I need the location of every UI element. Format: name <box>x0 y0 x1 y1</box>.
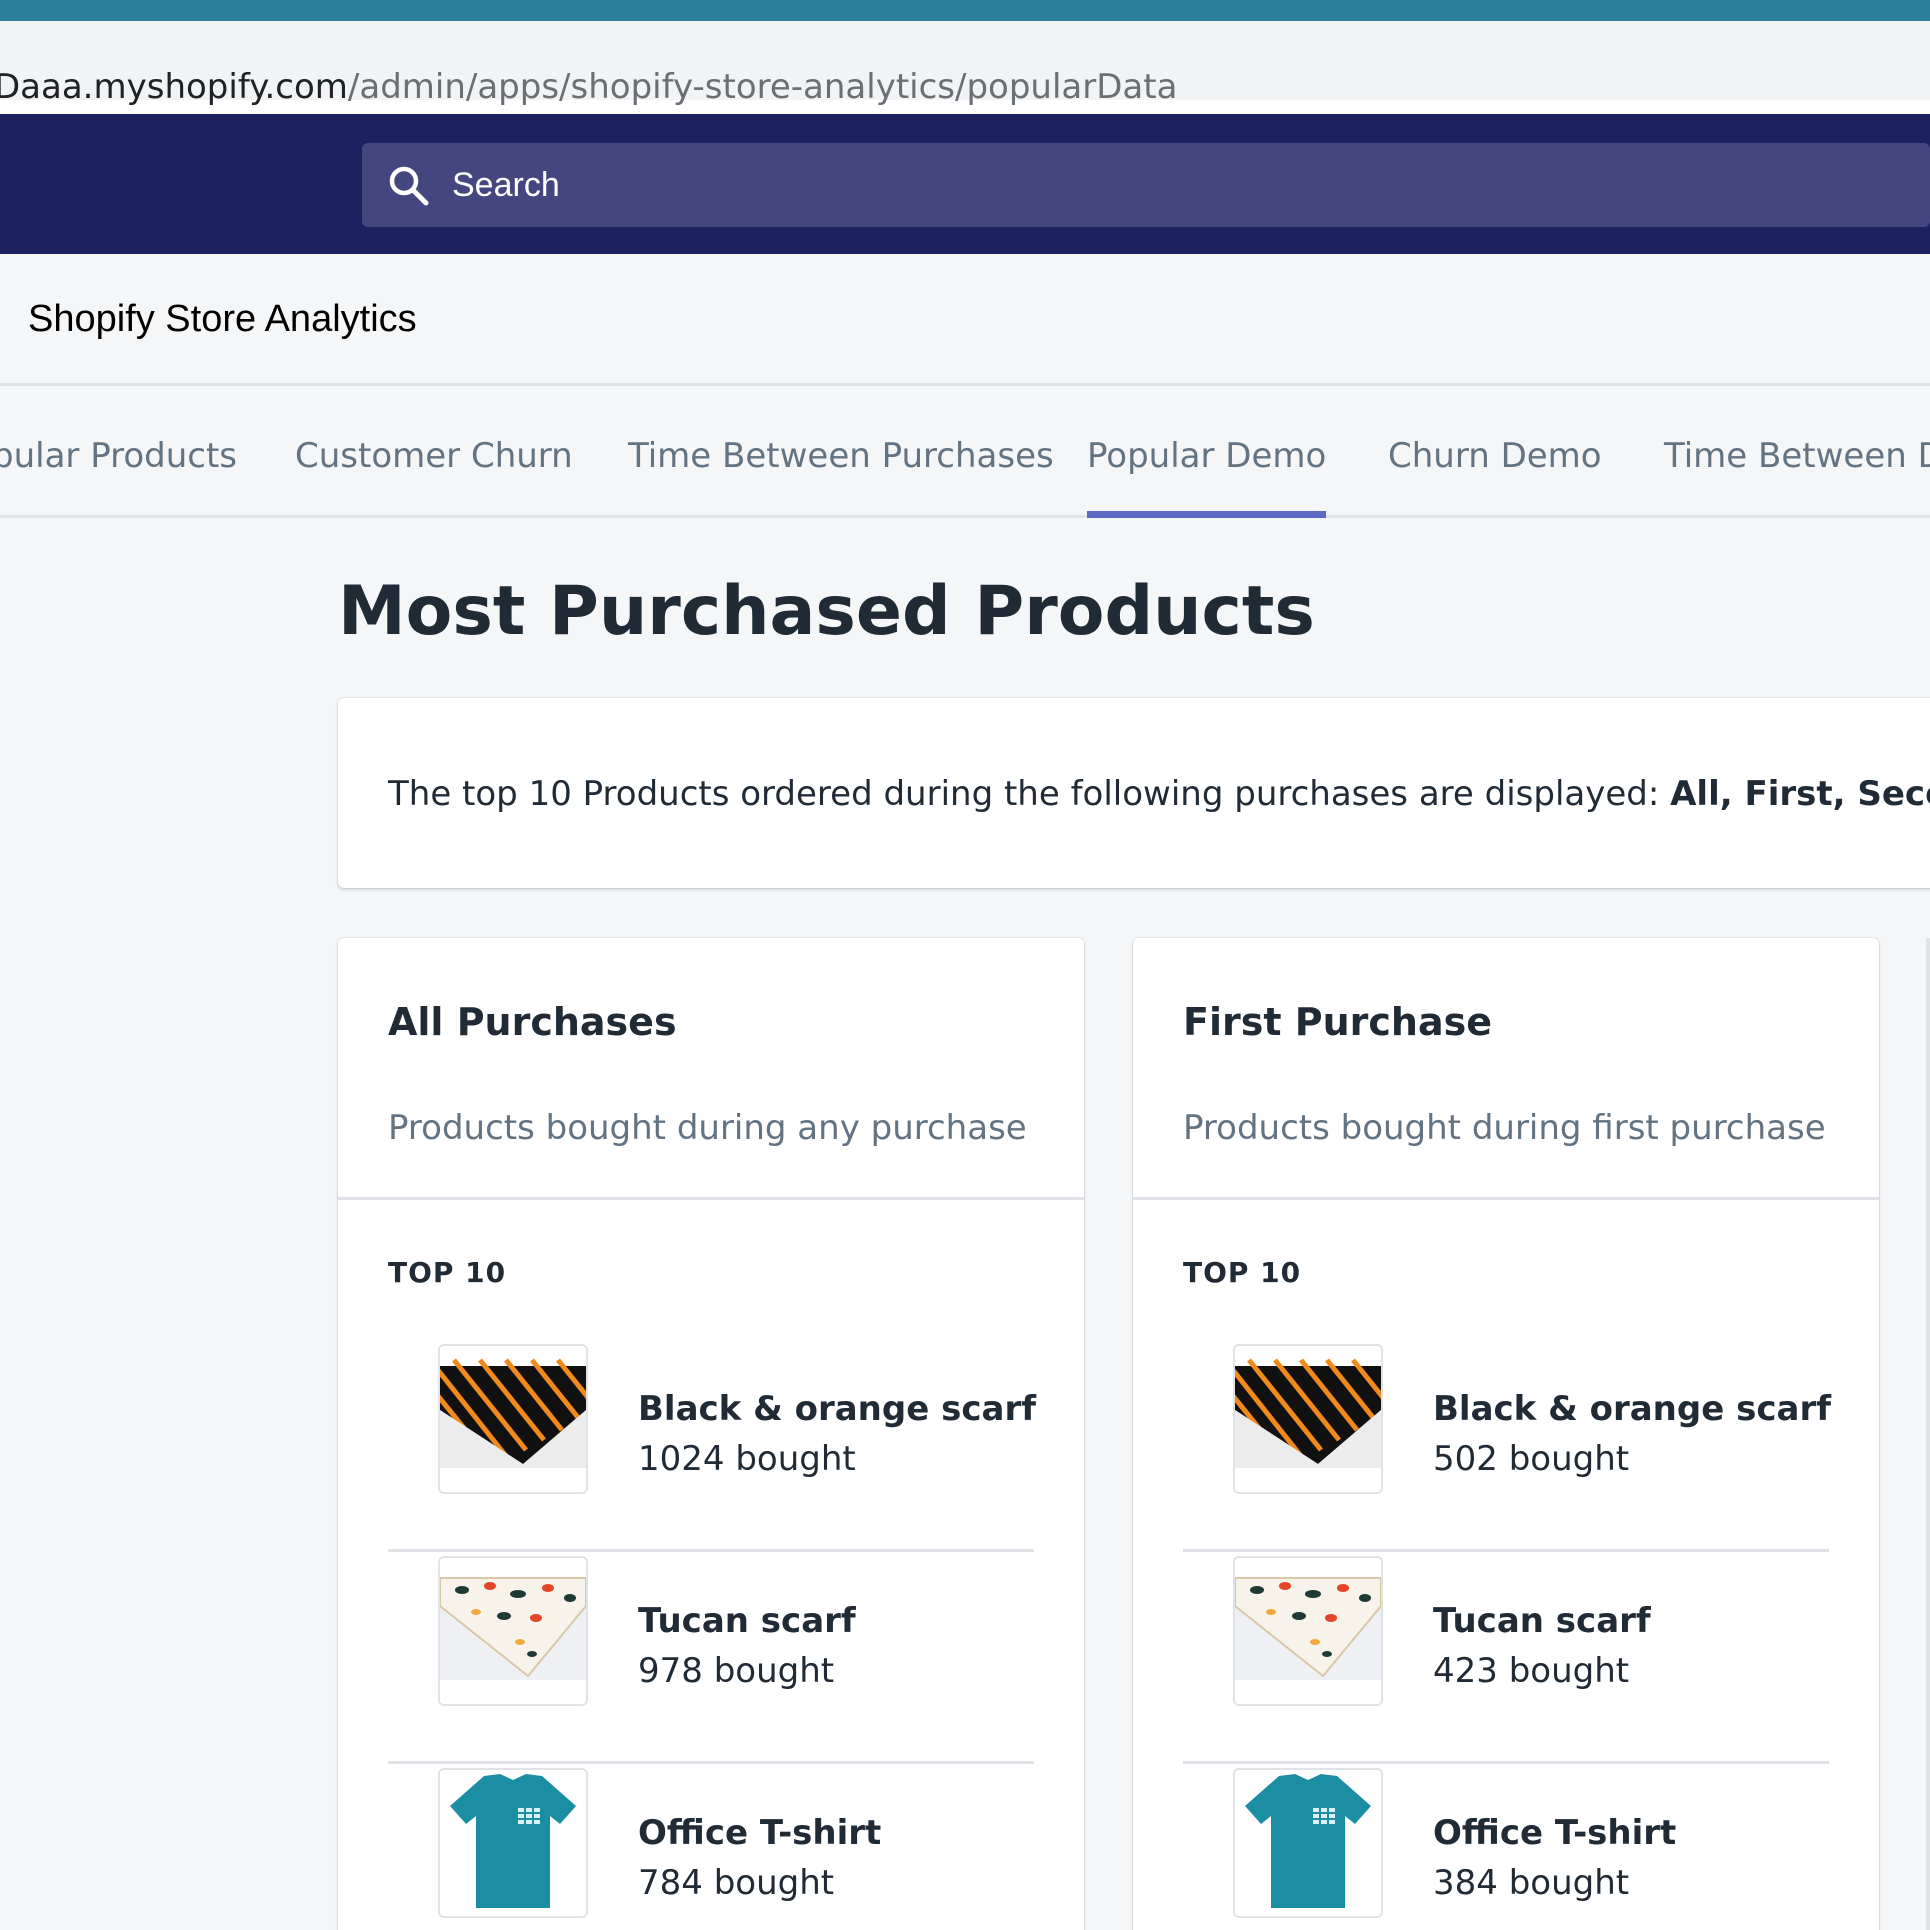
black-orange-scarf-image <box>440 1346 586 1492</box>
tab-popular-products[interactable]: pular Products <box>0 386 237 518</box>
product-count: 978 bought <box>638 1651 835 1691</box>
top-10-label: TOP 10 <box>1183 1256 1302 1289</box>
tab-time-between-demo[interactable]: Time Between De <box>1664 386 1930 518</box>
office-tshirt-image <box>1235 1770 1381 1916</box>
product-name: Black & orange scarf <box>1433 1389 1832 1429</box>
product-count: 384 bought <box>1433 1863 1630 1903</box>
product-thumbnail <box>1233 1344 1383 1494</box>
info-text: The top 10 Products ordered during the f… <box>388 770 1930 818</box>
tab-popular-demo[interactable]: Popular Demo <box>1087 386 1327 518</box>
product-thumbnail <box>1233 1556 1383 1706</box>
list-item[interactable]: Office T-shirt 384 bought <box>1183 1764 1829 1930</box>
admin-top-bar: Search <box>0 114 1930 254</box>
tabs-bar: pular Products Customer Churn Time Betwe… <box>0 386 1930 518</box>
list-item[interactable]: Tucan scarf 423 bought <box>1183 1552 1829 1764</box>
product-name: Tucan scarf <box>1433 1601 1651 1641</box>
search-input[interactable]: Search <box>362 143 1930 227</box>
list-item[interactable]: Black & orange scarf 502 bought <box>1183 1340 1832 1552</box>
browser-top-strip <box>0 0 1930 21</box>
tab-churn-demo[interactable]: Churn Demo <box>1388 386 1602 518</box>
card-title: All Purchases <box>388 1000 677 1044</box>
product-name: Tucan scarf <box>638 1601 856 1641</box>
tucan-scarf-image <box>440 1558 586 1704</box>
info-card: The top 10 Products ordered during the f… <box>338 698 1930 888</box>
card-header: All Purchases Products bought during any… <box>338 938 1084 1200</box>
product-thumbnail <box>438 1344 588 1494</box>
card-all-purchases: All Purchases Products bought during any… <box>338 938 1084 1930</box>
tab-customer-churn[interactable]: Customer Churn <box>295 386 573 518</box>
tucan-scarf-image <box>1235 1558 1381 1704</box>
product-count: 423 bought <box>1433 1651 1630 1691</box>
card-subtitle: Products bought during any purchase <box>388 1108 1027 1148</box>
product-thumbnail <box>438 1556 588 1706</box>
office-tshirt-image <box>440 1770 586 1916</box>
info-purchases: All, First, Second <box>1670 774 1930 814</box>
app-title: Shopify Store Analytics <box>28 298 417 340</box>
url-path: /admin/apps/shopify-store-analytics/popu… <box>347 67 1178 107</box>
app-header: Shopify Store Analytics <box>0 254 1930 386</box>
info-prefix: The top 10 Products ordered during the f… <box>388 774 1671 814</box>
card-subtitle: Products bought during first purchase <box>1183 1108 1826 1148</box>
search-icon <box>389 166 429 206</box>
product-name: Office T-shirt <box>638 1813 882 1853</box>
product-thumbnail <box>1233 1768 1383 1918</box>
product-thumbnail <box>438 1768 588 1918</box>
product-count: 502 bought <box>1433 1439 1630 1479</box>
card-first-purchase: First Purchase Products bought during fi… <box>1133 938 1879 1930</box>
next-card-edge <box>1926 938 1930 1930</box>
address-bar[interactable]: Daaa.myshopify.com/admin/apps/shopify-st… <box>0 21 1930 114</box>
url-text[interactable]: Daaa.myshopify.com/admin/apps/shopify-st… <box>0 67 1177 107</box>
search-placeholder: Search <box>452 166 560 204</box>
product-name: Office T-shirt <box>1433 1813 1677 1853</box>
list-item[interactable]: Office T-shirt 784 bought <box>388 1764 1034 1930</box>
black-orange-scarf-image <box>1235 1346 1381 1492</box>
product-count: 784 bought <box>638 1863 835 1903</box>
card-header: First Purchase Products bought during fi… <box>1133 938 1879 1200</box>
top-10-label: TOP 10 <box>388 1256 507 1289</box>
product-name: Black & orange scarf <box>638 1389 1037 1429</box>
card-title: First Purchase <box>1183 1000 1492 1044</box>
list-item[interactable]: Black & orange scarf 1024 bought <box>388 1340 1037 1552</box>
list-item[interactable]: Tucan scarf 978 bought <box>388 1552 1034 1764</box>
product-count: 1024 bought <box>638 1439 856 1479</box>
page-title: Most Purchased Products <box>338 572 1315 651</box>
url-host: Daaa.myshopify.com <box>0 67 348 107</box>
tab-time-between-purchases[interactable]: Time Between Purchases <box>628 386 1054 518</box>
